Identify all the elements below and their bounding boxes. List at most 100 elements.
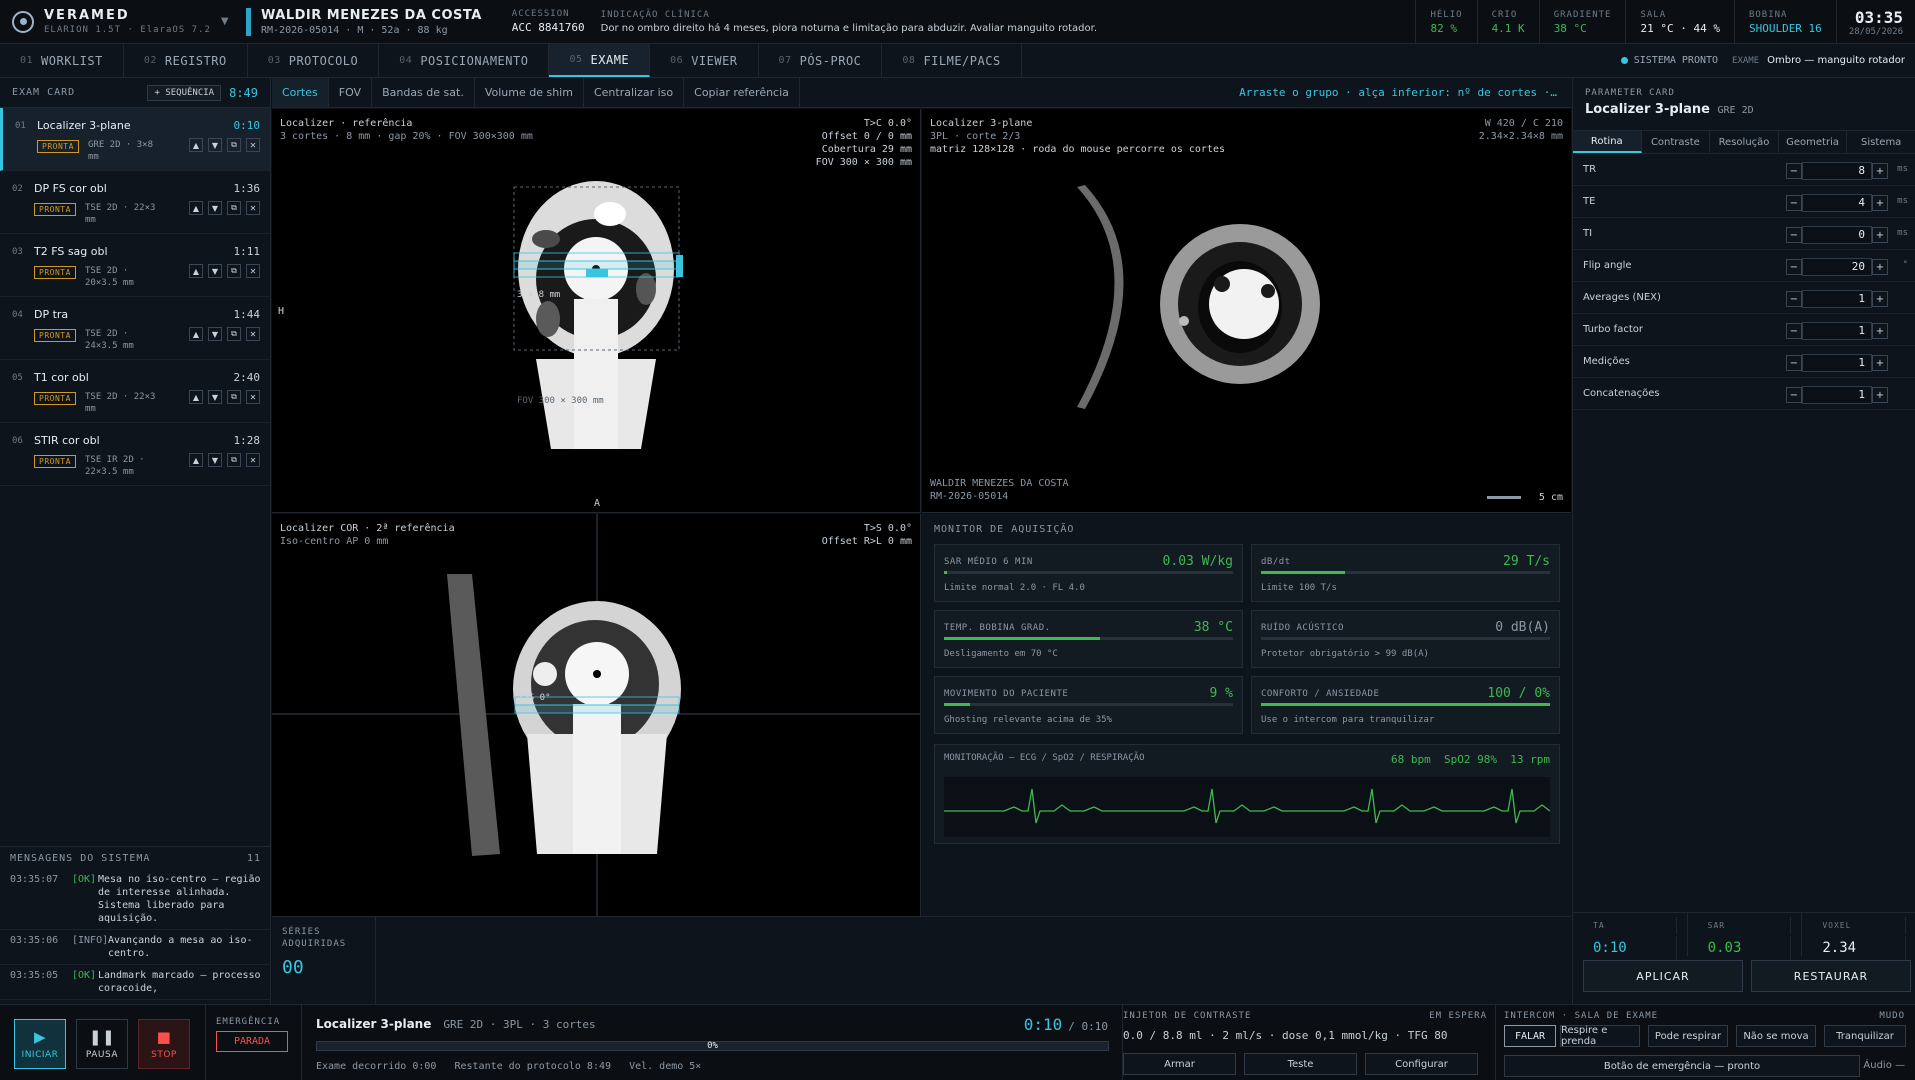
brand-menu[interactable]: VERAMED ELARION 1.5T · ElaraOS 7.2 ▼ (0, 0, 236, 44)
viewport-reference[interactable]: Localizer · referência 3 cortes · 8 mm ·… (272, 109, 921, 513)
parameter-value-input[interactable]: 0 (1802, 226, 1872, 244)
tab-resolucao[interactable]: Resolução (1710, 131, 1779, 153)
parameter-value-input[interactable]: 1 (1802, 322, 1872, 340)
copy-icon[interactable]: ⧉ (227, 453, 241, 467)
delete-icon[interactable]: ✕ (246, 264, 260, 278)
sequence-item[interactable]: 06 STIR cor obl 1:28 PRONTA TSE IR 2D · 22×3… (0, 423, 270, 486)
start-button[interactable]: ▶ INICIAR (14, 1019, 66, 1069)
dont-move-button[interactable]: Não se mova (1736, 1025, 1816, 1047)
decrement-icon[interactable]: − (1786, 291, 1802, 307)
parameter-value-input[interactable]: 4 (1802, 194, 1872, 212)
copy-icon[interactable]: ⧉ (227, 201, 241, 215)
move-up-icon[interactable]: ▲ (189, 453, 203, 467)
increment-icon[interactable]: + (1872, 387, 1888, 403)
parameter-value-input[interactable]: 1 (1802, 354, 1872, 372)
tool-fov[interactable]: FOV (329, 78, 373, 107)
reassure-button[interactable]: Tranquilizar (1824, 1025, 1906, 1047)
tab-registro[interactable]: 02 REGISTRO (124, 44, 248, 77)
increment-icon[interactable]: + (1872, 227, 1888, 243)
move-down-icon[interactable]: ▼ (208, 390, 222, 404)
decrement-icon[interactable]: − (1786, 163, 1802, 179)
increment-icon[interactable]: + (1872, 323, 1888, 339)
delete-icon[interactable]: ✕ (246, 390, 260, 404)
tab-pos-proc[interactable]: 07 PÓS-PROC (759, 44, 883, 77)
sequence-item[interactable]: 05 T1 cor obl 2:40 PRONTA TSE 2D · 22×3 mm ▲ ▼… (0, 360, 270, 423)
decrement-icon[interactable]: − (1786, 195, 1802, 211)
vp3-slice-label[interactable]: T>S 0° (518, 692, 551, 705)
tab-protocolo[interactable]: 03 PROTOCOLO (248, 44, 380, 77)
status-badge: PRONTA (34, 455, 76, 468)
tool-copy-reference[interactable]: Copiar referência (684, 78, 800, 107)
pause-button[interactable]: ❚❚ PAUSA (76, 1019, 128, 1069)
tab-sistema[interactable]: Sistema (1847, 131, 1915, 153)
increment-icon[interactable]: + (1872, 163, 1888, 179)
tab-worklist[interactable]: 01 WORKLIST (0, 44, 124, 77)
emergency-state[interactable]: PARADA (216, 1031, 288, 1052)
sequence-item[interactable]: 02 DP FS cor obl 1:36 PRONTA TSE 2D · 22×3 m… (0, 171, 270, 234)
parameter-value-input[interactable]: 1 (1802, 386, 1872, 404)
intercom-mute[interactable]: MUDO (1879, 1011, 1905, 1021)
arm-injector-button[interactable]: Armar (1123, 1053, 1236, 1075)
decrement-icon[interactable]: − (1786, 323, 1802, 339)
parameter-value-input[interactable]: 1 (1802, 290, 1872, 308)
move-up-icon[interactable]: ▲ (189, 390, 203, 404)
sequence-item[interactable]: 01 Localizer 3-plane 0:10 PRONTA GRE 2D · 3×… (0, 108, 270, 171)
stop-button[interactable]: ■ STOP (138, 1019, 190, 1069)
viewport-localizer-3plane[interactable]: Localizer 3-plane 3PL · corte 2/3 matriz… (922, 109, 1571, 513)
test-injector-button[interactable]: Teste (1244, 1053, 1357, 1075)
increment-icon[interactable]: + (1872, 291, 1888, 307)
breathe-button[interactable]: Pode respirar (1648, 1025, 1728, 1047)
talk-button[interactable]: FALAR (1504, 1025, 1556, 1047)
move-up-icon[interactable]: ▲ (189, 138, 203, 152)
move-down-icon[interactable]: ▼ (208, 138, 222, 152)
configure-injector-button[interactable]: Configurar (1365, 1053, 1478, 1075)
emergency-button-status[interactable]: Botão de emergência — pronto (1504, 1055, 1860, 1077)
copy-icon[interactable]: ⧉ (227, 327, 241, 341)
tab-rotina[interactable]: Rotina (1573, 131, 1642, 153)
copy-icon[interactable]: ⧉ (227, 138, 241, 152)
move-up-icon[interactable]: ▲ (189, 327, 203, 341)
chevron-down-icon[interactable]: ▼ (221, 16, 229, 27)
decrement-icon[interactable]: − (1786, 227, 1802, 243)
increment-icon[interactable]: + (1872, 355, 1888, 371)
tool-sat-bands[interactable]: Bandas de sat. (372, 78, 475, 107)
decrement-icon[interactable]: − (1786, 387, 1802, 403)
tool-shim-volume[interactable]: Volume de shim (475, 78, 584, 107)
sequence-item[interactable]: 04 DP tra 1:44 PRONTA TSE 2D · 24×3.5 mm ▲ ▼ ⧉ ✕ (0, 297, 270, 360)
slice-group-label[interactable]: 3 × 8 mm (517, 289, 560, 302)
copy-icon[interactable]: ⧉ (227, 390, 241, 404)
restore-button[interactable]: RESTAURAR (1751, 960, 1911, 992)
parameter-value-input[interactable]: 20 (1802, 258, 1872, 276)
tab-geometria[interactable]: Geometria (1779, 131, 1848, 153)
tool-cortes[interactable]: Cortes (272, 78, 329, 107)
delete-icon[interactable]: ✕ (246, 138, 260, 152)
move-up-icon[interactable]: ▲ (189, 201, 203, 215)
delete-icon[interactable]: ✕ (246, 453, 260, 467)
sequence-detail: TSE IR 2D · 22×3.5 mm (85, 455, 145, 477)
move-down-icon[interactable]: ▼ (208, 327, 222, 341)
tab-exame[interactable]: 05 EXAME (549, 44, 651, 77)
move-up-icon[interactable]: ▲ (189, 264, 203, 278)
patient-name: WALDIR MENEZES DA COSTA (261, 7, 482, 23)
tab-filme-pacs[interactable]: 08 FILME/PACS (882, 44, 1022, 77)
tab-posicionamento[interactable]: 04 POSICIONAMENTO (379, 44, 550, 77)
apply-button[interactable]: APLICAR (1583, 960, 1743, 992)
move-down-icon[interactable]: ▼ (208, 264, 222, 278)
move-down-icon[interactable]: ▼ (208, 201, 222, 215)
decrement-icon[interactable]: − (1786, 259, 1802, 275)
decrement-icon[interactable]: − (1786, 355, 1802, 371)
tab-contraste[interactable]: Contraste (1642, 131, 1711, 153)
tab-viewer[interactable]: 06 VIEWER (650, 44, 759, 77)
sequence-item[interactable]: 03 T2 FS sag obl 1:11 PRONTA TSE 2D · 20×3.5… (0, 234, 270, 297)
copy-icon[interactable]: ⧉ (227, 264, 241, 278)
increment-icon[interactable]: + (1872, 195, 1888, 211)
increment-icon[interactable]: + (1872, 259, 1888, 275)
delete-icon[interactable]: ✕ (246, 327, 260, 341)
breath-hold-button[interactable]: Respire e prenda (1560, 1025, 1640, 1047)
move-down-icon[interactable]: ▼ (208, 453, 222, 467)
viewport-coronal-reference[interactable]: Localizer COR · 2ª referência Iso-centro… (272, 514, 921, 916)
parameter-value-input[interactable]: 8 (1802, 162, 1872, 180)
add-sequence-button[interactable]: + SEQUÊNCIA (147, 84, 222, 101)
tool-center-iso[interactable]: Centralizar iso (584, 78, 685, 107)
delete-icon[interactable]: ✕ (246, 201, 260, 215)
